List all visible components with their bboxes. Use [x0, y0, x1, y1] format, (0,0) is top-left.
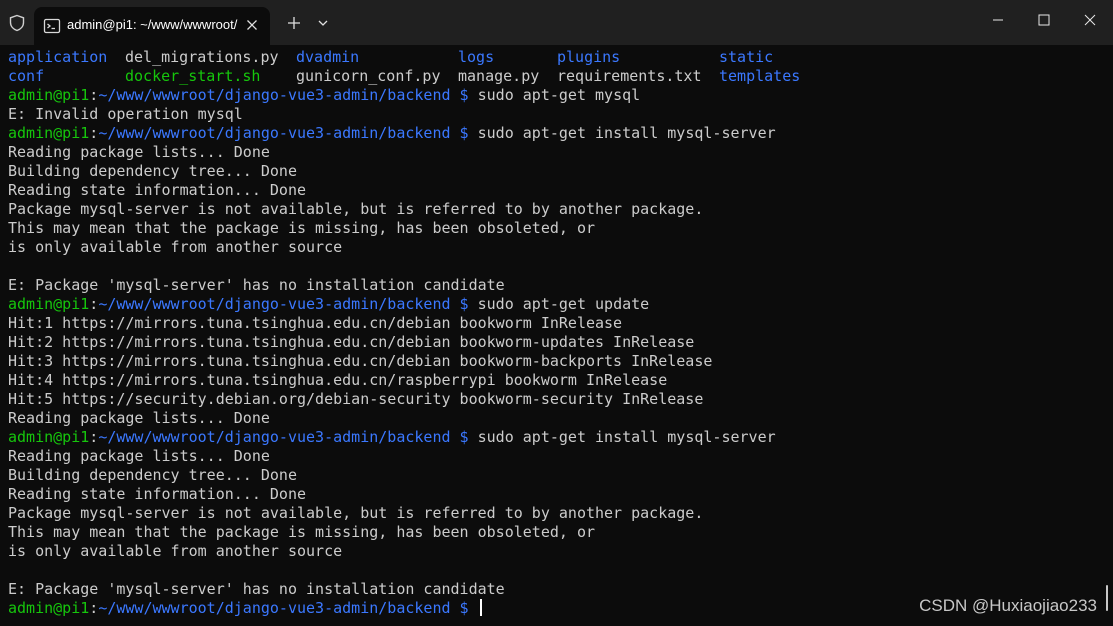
prompt-colon: : — [89, 599, 99, 617]
prompt-colon: : — [89, 86, 99, 104]
prompt-path: ~/www/wwwroot/django-vue3-admin/backend — [98, 295, 451, 313]
output-line: Building dependency tree... Done — [8, 162, 297, 180]
command-text: sudo apt-get update — [477, 295, 650, 313]
prompt-user: admin@pi1 — [8, 86, 90, 104]
output-line: is only available from another source — [8, 238, 343, 256]
output-line: This may mean that the package is missin… — [8, 219, 595, 237]
minimize-icon — [993, 19, 1003, 21]
prompt-dollar: $ — [459, 599, 469, 617]
output-line: Building dependency tree... Done — [8, 466, 297, 484]
maximize-icon — [1038, 14, 1050, 26]
terminal-window: admin@pi1: ~/www/wwwroot/ application de… — [0, 0, 1113, 626]
command-text: sudo apt-get install mysql-server — [477, 428, 776, 446]
chevron-down-icon[interactable] — [314, 13, 332, 33]
title-bar[interactable]: admin@pi1: ~/www/wwwroot/ — [0, 0, 1113, 45]
output-line: Package mysql-server is not available, b… — [8, 504, 704, 522]
ls-entry: requirements.txt — [557, 67, 702, 85]
prompt-user: admin@pi1 — [8, 295, 90, 313]
ls-entry: del_migrations.py — [125, 48, 279, 66]
output-line: Reading state information... Done — [8, 181, 307, 199]
prompt-colon: : — [89, 295, 99, 313]
prompt-path: ~/www/wwwroot/django-vue3-admin/backend — [98, 124, 451, 142]
close-icon[interactable] — [243, 16, 261, 34]
prompt-dollar: $ — [459, 295, 469, 313]
output-line: Hit:3 https://mirrors.tuna.tsinghua.edu.… — [8, 352, 713, 370]
output-line: Reading package lists... Done — [8, 409, 270, 427]
output-line: Hit:4 https://mirrors.tuna.tsinghua.edu.… — [8, 371, 668, 389]
ls-entry: application — [8, 48, 108, 66]
tab-title: admin@pi1: ~/www/wwwroot/ — [67, 17, 238, 32]
ls-entry: plugins — [557, 48, 621, 66]
prompt-dollar: $ — [459, 428, 469, 446]
output-line: Hit:2 https://mirrors.tuna.tsinghua.edu.… — [8, 333, 695, 351]
ls-entry: conf — [8, 67, 45, 85]
output-line: Hit:5 https://security.debian.org/debian… — [8, 390, 704, 408]
prompt-colon: : — [89, 124, 99, 142]
prompt-colon: : — [89, 428, 99, 446]
scrollbar[interactable] — [1106, 585, 1108, 611]
close-window-button[interactable] — [1067, 0, 1113, 40]
output-line: This may mean that the package is missin… — [8, 523, 595, 541]
output-line: Hit:1 https://mirrors.tuna.tsinghua.edu.… — [8, 314, 623, 332]
output-line: Reading package lists... Done — [8, 143, 270, 161]
command-text: sudo apt-get install mysql-server — [477, 124, 776, 142]
output-line: E: Package 'mysql-server' has no install… — [8, 580, 505, 598]
prompt-dollar: $ — [459, 124, 469, 142]
ls-entry: manage.py — [458, 67, 540, 85]
prompt-user: admin@pi1 — [8, 124, 90, 142]
output-line: E: Invalid operation mysql — [8, 105, 243, 123]
output-line: Reading state information... Done — [8, 485, 307, 503]
terminal-output[interactable]: application del_migrations.py dvadmin lo… — [0, 45, 1113, 626]
prompt-user: admin@pi1 — [8, 428, 90, 446]
output-line: Package mysql-server is not available, b… — [8, 200, 704, 218]
plus-icon[interactable] — [284, 13, 304, 33]
command-text: sudo apt-get mysql — [477, 86, 641, 104]
output-line: E: Package 'mysql-server' has no install… — [8, 276, 505, 294]
ls-entry: docker_start.sh — [125, 67, 261, 85]
prompt-line: admin@pi1:~/www/wwwroot/django-vue3-admi… — [8, 428, 776, 447]
ls-entry: static — [719, 48, 774, 66]
prompt-line: admin@pi1:~/www/wwwroot/django-vue3-admi… — [8, 599, 482, 618]
tab-terminal[interactable]: admin@pi1: ~/www/wwwroot/ — [34, 7, 270, 45]
shield-icon[interactable] — [8, 14, 26, 32]
ls-entry: logs — [458, 48, 495, 66]
prompt-path: ~/www/wwwroot/django-vue3-admin/backend — [98, 428, 451, 446]
close-icon — [1084, 14, 1096, 26]
text-cursor[interactable] — [479, 599, 482, 616]
prompt-line: admin@pi1:~/www/wwwroot/django-vue3-admi… — [8, 124, 776, 143]
output-line: Reading package lists... Done — [8, 447, 270, 465]
maximize-button[interactable] — [1021, 0, 1067, 40]
ls-entry: dvadmin — [296, 48, 360, 66]
prompt-line: admin@pi1:~/www/wwwroot/django-vue3-admi… — [8, 86, 640, 105]
output-line: is only available from another source — [8, 542, 343, 560]
ls-entry: templates — [719, 67, 801, 85]
prompt-line: admin@pi1:~/www/wwwroot/django-vue3-admi… — [8, 295, 649, 314]
watermark: CSDN @Huxiaojiao233 — [919, 596, 1097, 615]
minimize-button[interactable] — [975, 0, 1021, 40]
prompt-dollar: $ — [459, 86, 469, 104]
terminal-icon — [43, 18, 61, 34]
prompt-user: admin@pi1 — [8, 599, 90, 617]
prompt-path: ~/www/wwwroot/django-vue3-admin/backend — [98, 86, 451, 104]
ls-entry: gunicorn_conf.py — [296, 67, 441, 85]
prompt-path: ~/www/wwwroot/django-vue3-admin/backend — [98, 599, 451, 617]
